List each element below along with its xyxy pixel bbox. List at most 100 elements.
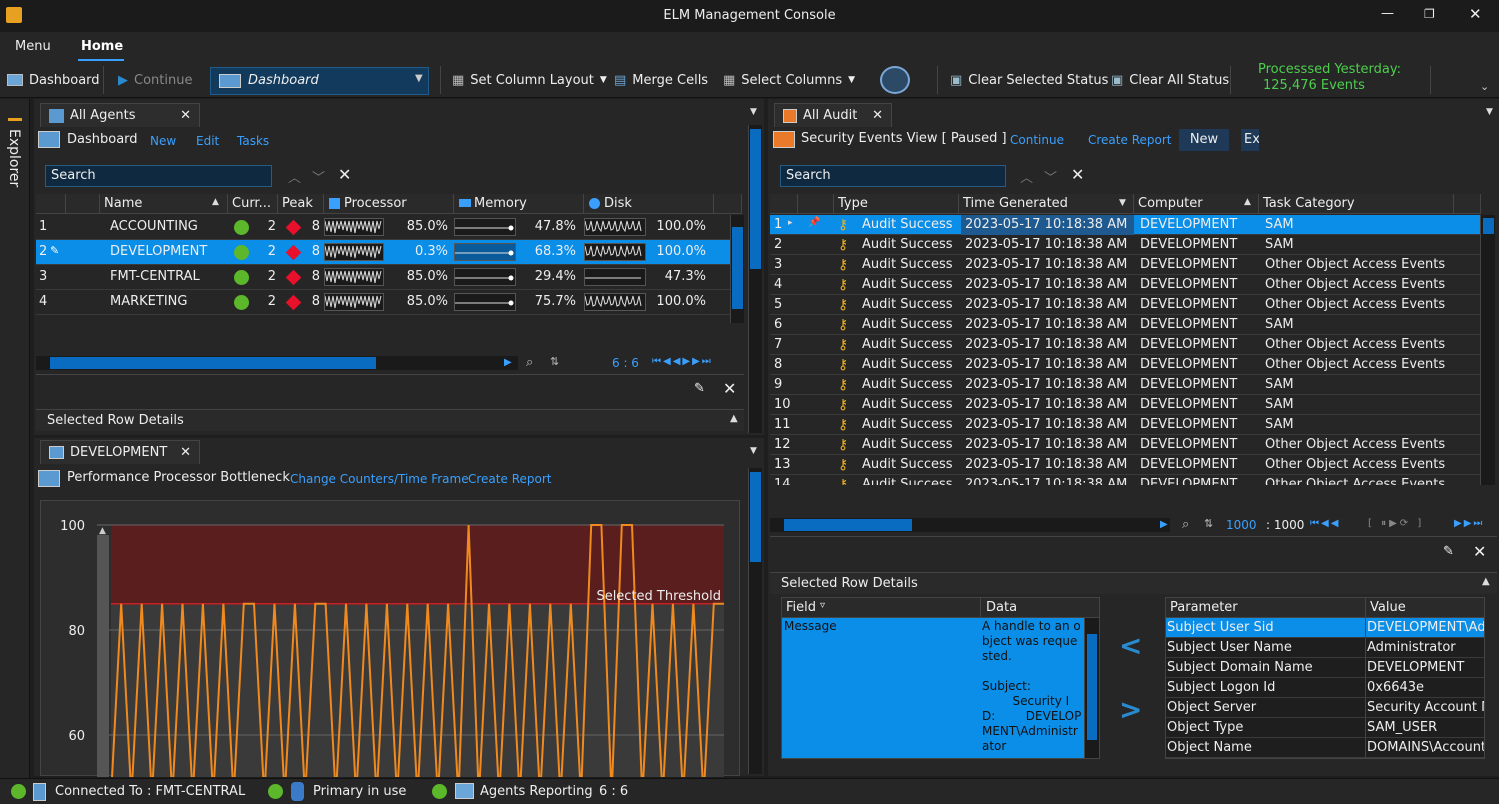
scroll-right-icon[interactable]: ▶	[504, 357, 512, 368]
search-next-icon[interactable]: ﹀	[1044, 167, 1057, 186]
ribbon-expand-icon[interactable]: ⌄	[1480, 80, 1489, 93]
parameter-row[interactable]: Object Type SAM_USER	[1166, 718, 1484, 738]
move-right-icon[interactable]: >	[1119, 693, 1142, 726]
audit-row[interactable]: 5 ⚷ Audit Success 2023-05-17 10:18:38 AM…	[770, 295, 1480, 315]
close-details-icon[interactable]: ✕	[723, 379, 736, 398]
search-prev-icon[interactable]: ︿	[288, 167, 301, 186]
col-task-category[interactable]: Task Category	[1259, 194, 1454, 214]
audit-row[interactable]: 8 ⚷ Audit Success 2023-05-17 10:18:38 AM…	[770, 355, 1480, 375]
parameter-header-label[interactable]: Parameter	[1170, 600, 1238, 615]
sort-icon[interactable]: ⇅	[1204, 517, 1213, 530]
edit-pencil-icon[interactable]: ✎	[1443, 544, 1454, 559]
parameter-row[interactable]: Subject Logon Id 0x6643e	[1166, 678, 1484, 698]
search-icon[interactable]: ⌕	[526, 355, 533, 370]
dashboard-combobox[interactable]: Dashboard ▼	[210, 67, 429, 95]
agents-search-input[interactable]: Search	[45, 165, 272, 187]
new-link[interactable]: New	[150, 134, 176, 148]
pager-nav-icons[interactable]: ⏮◀◀	[1310, 518, 1340, 529]
tasks-link[interactable]: Tasks	[237, 134, 269, 148]
audit-vscroll[interactable]	[1480, 215, 1495, 485]
parameter-row[interactable]: Subject Domain Name DEVELOPMENT	[1166, 658, 1484, 678]
change-counters-link[interactable]: Change Counters/Time Frame	[290, 472, 469, 486]
col-computer[interactable]: Computer	[1134, 194, 1259, 214]
search-icon[interactable]: ⌕	[1182, 517, 1189, 532]
select-columns-button[interactable]: ▦ Select Columns ▼	[723, 62, 855, 98]
close-window-icon[interactable]: ✕	[1469, 5, 1482, 23]
export-button[interactable]: Ex	[1241, 129, 1259, 151]
perf-panel-vscroll[interactable]	[748, 468, 762, 774]
clear-selected-status-button[interactable]: ▣ Clear Selected Status	[950, 62, 1108, 98]
tab-development[interactable]: DEVELOPMENT ✕	[40, 440, 200, 464]
message-vscroll[interactable]	[1084, 618, 1099, 758]
chevron-down-icon[interactable]: ▼	[750, 446, 757, 456]
audit-row[interactable]: 6 ⚷ Audit Success 2023-05-17 10:18:38 AM…	[770, 315, 1480, 335]
audit-row[interactable]: 9 ⚷ Audit Success 2023-05-17 10:18:38 AM…	[770, 375, 1480, 395]
pager-nav-icons[interactable]: ⏮◀◀▶▶⏭	[652, 356, 713, 367]
audit-row[interactable]: 7 ⚷ Audit Success 2023-05-17 10:18:38 AM…	[770, 335, 1480, 355]
audit-row[interactable]: 14 ⚷ Audit Success 2023-05-17 10:18:38 A…	[770, 475, 1480, 485]
new-button[interactable]: New	[1179, 129, 1229, 151]
close-search-icon[interactable]: ✕	[338, 165, 351, 184]
filter-icon[interactable]: ▿	[820, 600, 825, 611]
audit-hscroll[interactable]	[770, 518, 1170, 532]
clear-all-status-button[interactable]: ▣ Clear All Status	[1111, 62, 1229, 98]
value-header-label[interactable]: Value	[1370, 600, 1406, 615]
move-left-icon[interactable]: <	[1119, 629, 1142, 662]
scroll-thumb[interactable]	[1087, 634, 1097, 740]
continue-button[interactable]: ▶ Continue	[118, 62, 192, 98]
sort-icon[interactable]: ⇅	[550, 355, 559, 368]
chevron-down-icon[interactable]: ▼	[750, 107, 757, 117]
audit-row[interactable]: 13 ⚷ Audit Success 2023-05-17 10:18:38 A…	[770, 455, 1480, 475]
col-current[interactable]: Curr...	[228, 194, 278, 214]
data-header[interactable]: Data	[986, 600, 1017, 615]
continue-link[interactable]: Continue	[1010, 133, 1064, 147]
audit-row[interactable]: 1 ▸ 📌 ⚷ Audit Success 2023-05-17 10:18:38…	[770, 215, 1480, 235]
audit-details-bar[interactable]: Selected Row Details ▲	[770, 572, 1497, 594]
edit-pencil-icon[interactable]: ✎	[694, 381, 705, 396]
col-name[interactable]: Name	[100, 194, 228, 214]
close-tab-icon[interactable]: ✕	[180, 445, 191, 460]
message-row[interactable]: Message A handle to an object was reques…	[782, 618, 1084, 758]
parameter-row[interactable]: Object Server Security Account Ma	[1166, 698, 1484, 718]
tab-all-agents[interactable]: All Agents ✕	[40, 103, 200, 127]
audit-row[interactable]: 3 ⚷ Audit Success 2023-05-17 10:18:38 AM…	[770, 255, 1480, 275]
agents-vscroll[interactable]	[730, 215, 744, 323]
minimize-icon[interactable]: —	[1381, 6, 1394, 21]
agents-panel-vscroll[interactable]	[748, 125, 762, 433]
chevron-down-icon[interactable]: ▼	[1486, 107, 1493, 117]
audit-row[interactable]: 2 ⚷ Audit Success 2023-05-17 10:18:38 AM…	[770, 235, 1480, 255]
agent-row[interactable]: 1 ACCOUNTING 2 8 85.0% 47.8% 100.0%	[36, 215, 730, 240]
agent-row[interactable]: 3 FMT-CENTRAL 2 8 85.0% 29.4% 47.3%	[36, 265, 730, 290]
merge-cells-button[interactable]: ▤ Merge Cells	[614, 62, 708, 98]
scroll-thumb[interactable]	[732, 227, 743, 309]
field-header[interactable]: Field	[786, 600, 816, 615]
col-memory[interactable]: Memory	[454, 194, 584, 214]
audit-row[interactable]: 4 ⚷ Audit Success 2023-05-17 10:18:38 AM…	[770, 275, 1480, 295]
parameter-row[interactable]: Subject User Name Administrator	[1166, 638, 1484, 658]
home-tab[interactable]: Home	[81, 39, 123, 54]
audit-row[interactable]: 11 ⚷ Audit Success 2023-05-17 10:18:38 A…	[770, 415, 1480, 435]
restore-icon[interactable]: ❐	[1424, 7, 1435, 21]
audit-search-input[interactable]: Search	[780, 165, 1006, 187]
hscroll-thumb[interactable]	[50, 357, 376, 369]
scroll-thumb[interactable]	[1483, 218, 1494, 234]
scroll-right-icon[interactable]: ▶	[1160, 519, 1168, 530]
menu-tab[interactable]: Menu	[15, 39, 51, 54]
col-peak[interactable]: Peak	[278, 194, 324, 214]
playback-icons[interactable]: [ ⏸▶⟳ ]	[1368, 518, 1424, 529]
agent-row[interactable]: 4 MARKETING 2 8 85.0% 75.7% 100.0%	[36, 290, 730, 315]
edit-link[interactable]: Edit	[196, 134, 219, 148]
create-report-link[interactable]: Create Report	[1088, 133, 1171, 147]
col-time-generated[interactable]: Time Generated	[959, 194, 1134, 214]
dashboard-button[interactable]: Dashboard	[7, 62, 100, 98]
col-disk[interactable]: Disk	[584, 194, 714, 214]
parameter-row[interactable]: Object Name DOMAINS\Account\	[1166, 738, 1484, 758]
collapse-icon[interactable]: ▲	[1482, 576, 1490, 587]
hscroll-thumb[interactable]	[784, 519, 912, 531]
close-search-icon[interactable]: ✕	[1071, 165, 1084, 184]
audit-row[interactable]: 10 ⚷ Audit Success 2023-05-17 10:18:38 A…	[770, 395, 1480, 415]
tab-all-audit[interactable]: All Audit ✕	[774, 103, 892, 127]
close-tab-icon[interactable]: ✕	[180, 108, 191, 123]
scroll-thumb[interactable]	[750, 472, 761, 562]
close-tab-icon[interactable]: ✕	[872, 108, 883, 123]
